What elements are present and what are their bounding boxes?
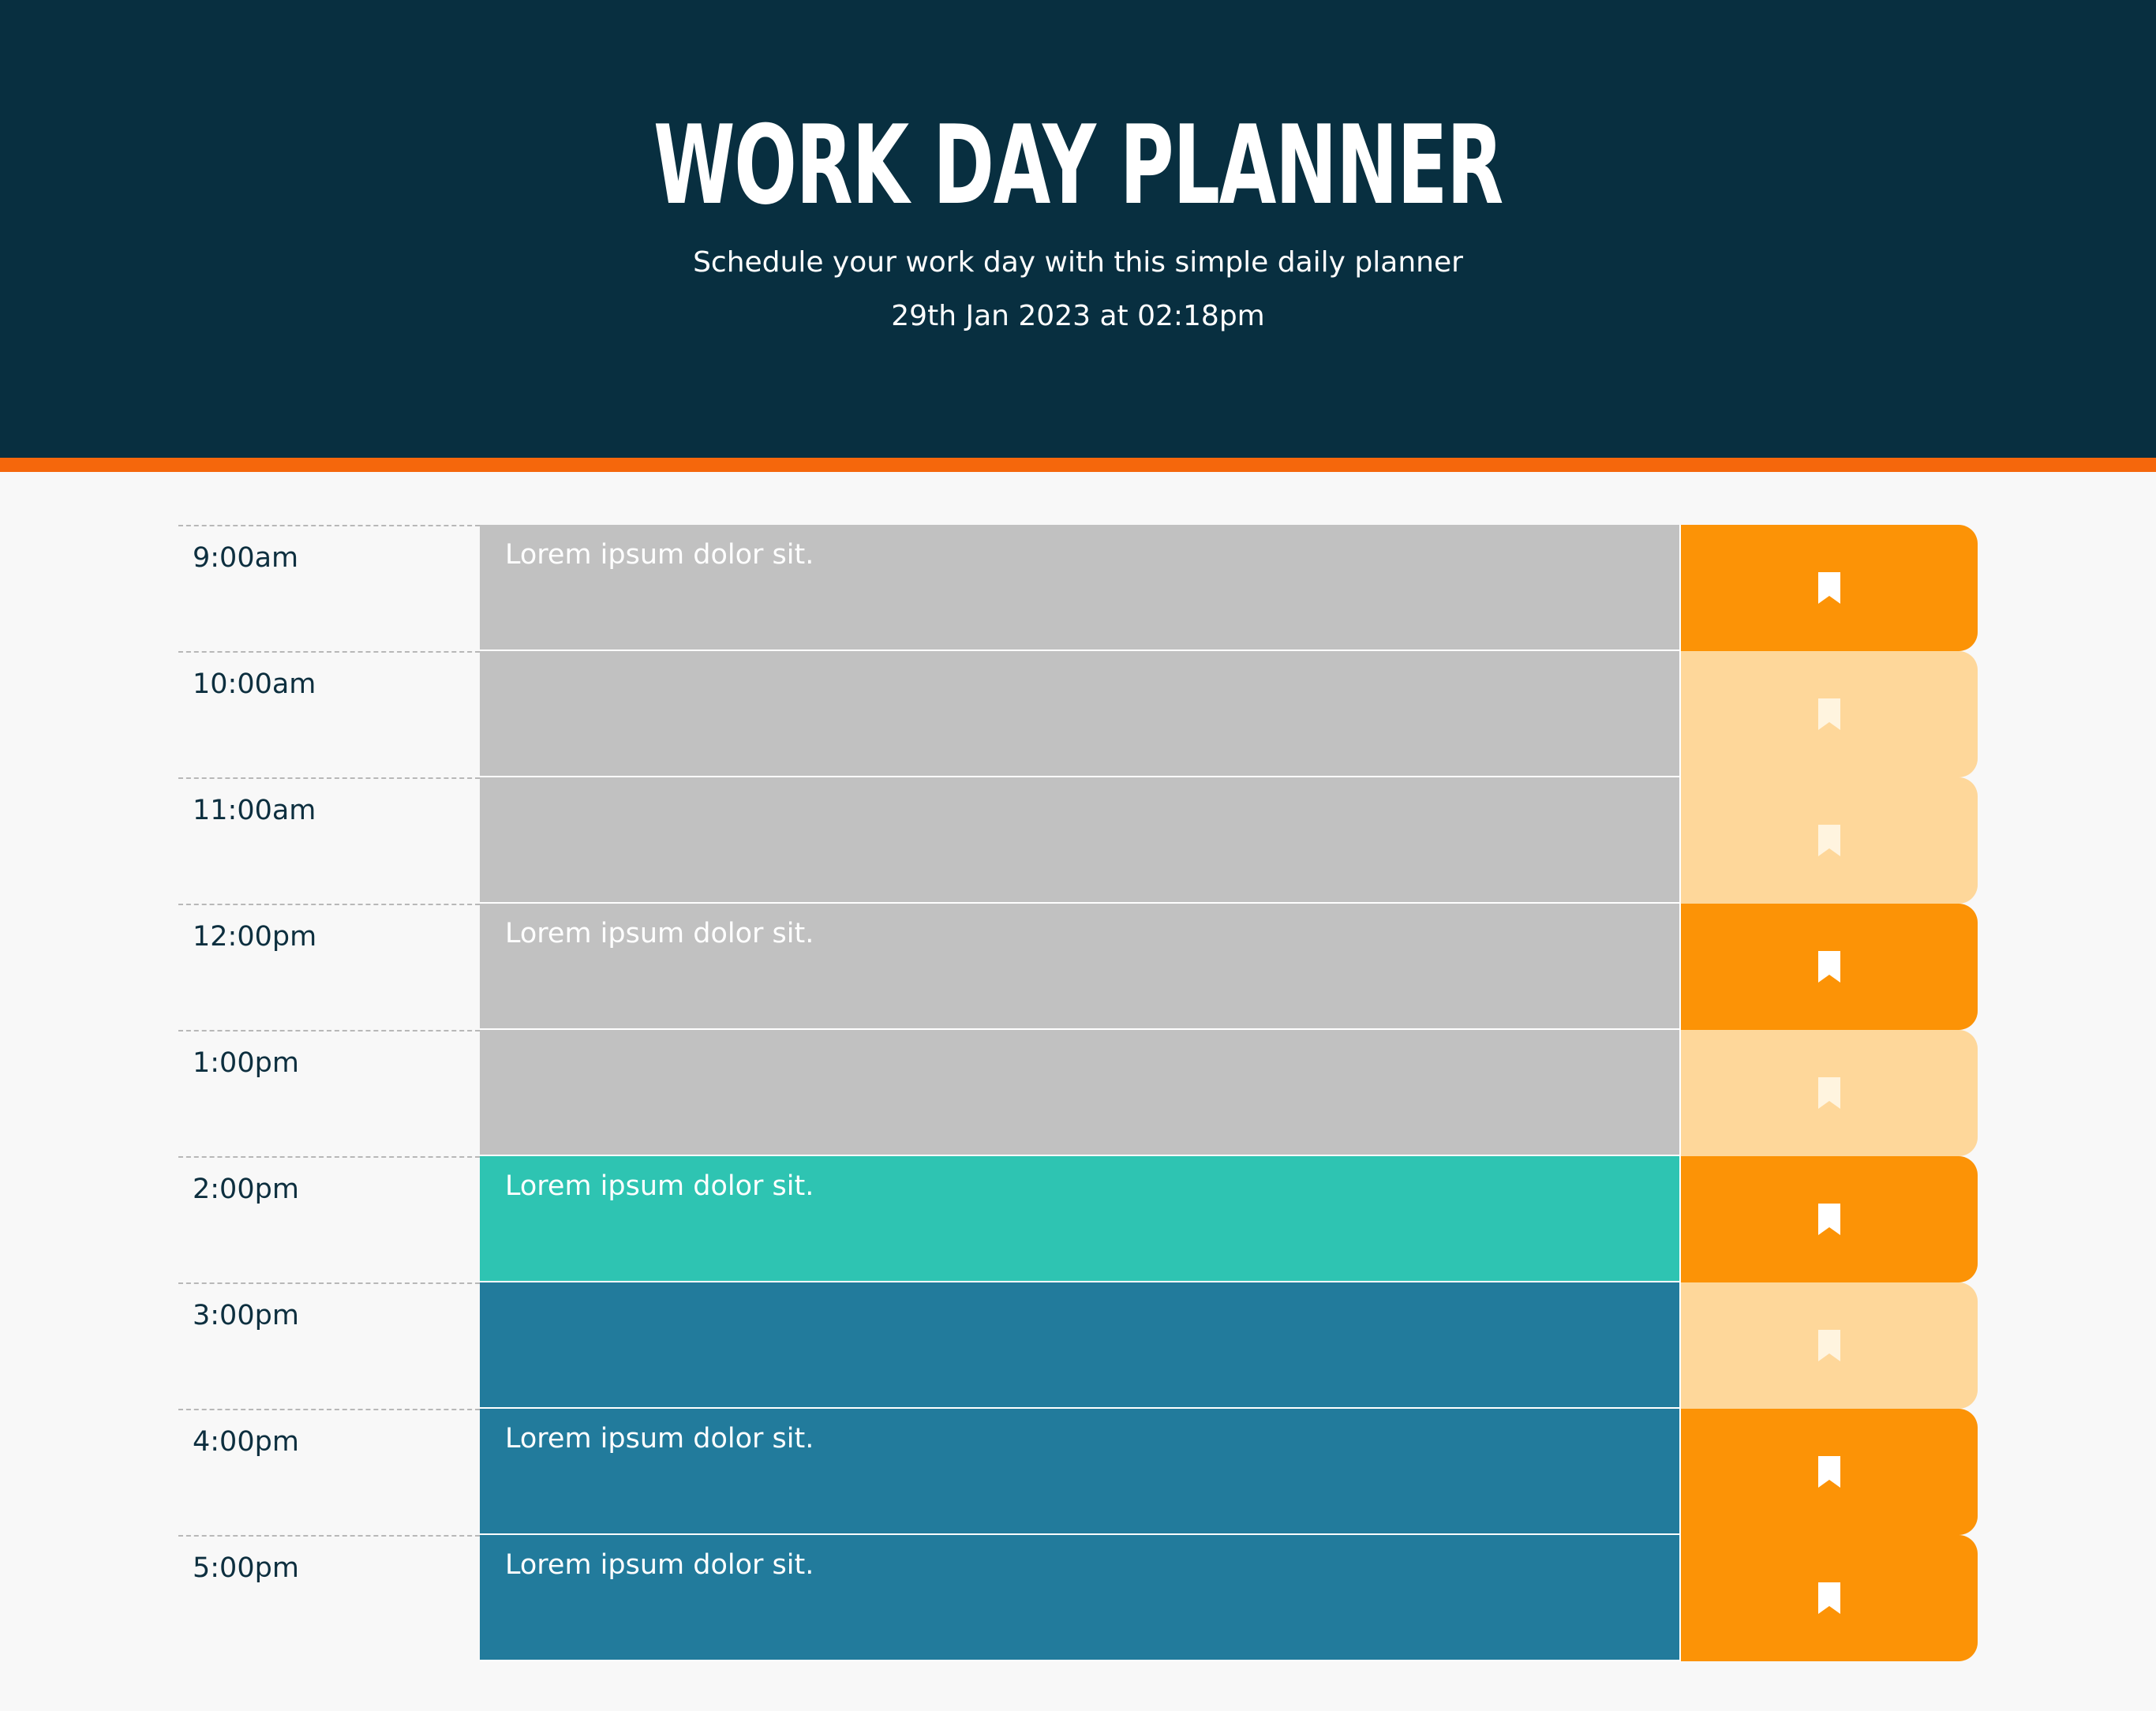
bookmark-icon <box>1818 1330 1840 1361</box>
save-button[interactable] <box>1679 1156 1978 1282</box>
page-title: WORK DAY PLANNER <box>653 102 1503 229</box>
time-block-row: 4:00pm Lorem ipsum dolor sit. <box>178 1409 1978 1535</box>
event-textarea[interactable] <box>480 1282 1679 1409</box>
hour-label: 10:00am <box>178 651 480 777</box>
hour-label: 9:00am <box>178 525 480 651</box>
hour-label: 1:00pm <box>178 1030 480 1156</box>
time-block-row: 10:00am <box>178 651 1978 777</box>
time-block-row: 2:00pm Lorem ipsum dolor sit. <box>178 1156 1978 1282</box>
hour-label: 2:00pm <box>178 1156 480 1282</box>
save-button[interactable] <box>1679 1535 1978 1661</box>
bookmark-icon <box>1818 698 1840 730</box>
hour-label: 4:00pm <box>178 1409 480 1535</box>
event-textarea[interactable]: Lorem ipsum dolor sit. <box>480 1535 1679 1661</box>
event-textarea[interactable] <box>480 1030 1679 1156</box>
bookmark-icon <box>1818 572 1840 604</box>
time-block-row: 11:00am <box>178 777 1978 904</box>
save-button[interactable] <box>1679 777 1978 904</box>
event-textarea[interactable] <box>480 651 1679 777</box>
save-button[interactable] <box>1679 1282 1978 1409</box>
page-header: WORK DAY PLANNER Schedule your work day … <box>0 0 2156 472</box>
time-block-row: 1:00pm <box>178 1030 1978 1156</box>
save-button[interactable] <box>1679 525 1978 651</box>
save-button[interactable] <box>1679 1030 1978 1156</box>
event-textarea[interactable]: Lorem ipsum dolor sit. <box>480 525 1679 651</box>
time-block-row: 5:00pm Lorem ipsum dolor sit. <box>178 1535 1978 1661</box>
time-block-row: 3:00pm <box>178 1282 1978 1409</box>
bookmark-icon <box>1818 825 1840 856</box>
hour-label: 11:00am <box>178 777 480 904</box>
bookmark-icon <box>1818 1204 1840 1235</box>
save-button[interactable] <box>1679 904 1978 1030</box>
current-datetime: 29th Jan 2023 at 02:18pm <box>891 300 1265 332</box>
time-block-row: 9:00am Lorem ipsum dolor sit. <box>178 525 1978 651</box>
hour-label: 5:00pm <box>178 1535 480 1661</box>
event-textarea[interactable] <box>480 777 1679 904</box>
bookmark-icon <box>1818 1077 1840 1109</box>
time-block-row: 12:00pm Lorem ipsum dolor sit. <box>178 904 1978 1030</box>
bookmark-icon <box>1818 951 1840 983</box>
event-textarea[interactable]: Lorem ipsum dolor sit. <box>480 1156 1679 1282</box>
bookmark-icon <box>1818 1456 1840 1488</box>
planner: 9:00am Lorem ipsum dolor sit. 10:00am 11… <box>178 525 1978 1661</box>
event-textarea[interactable]: Lorem ipsum dolor sit. <box>480 904 1679 1030</box>
save-button[interactable] <box>1679 1409 1978 1535</box>
hour-label: 12:00pm <box>178 904 480 1030</box>
page-subtitle: Schedule your work day with this simple … <box>693 246 1463 279</box>
event-textarea[interactable]: Lorem ipsum dolor sit. <box>480 1409 1679 1535</box>
bookmark-icon <box>1818 1582 1840 1614</box>
save-button[interactable] <box>1679 651 1978 777</box>
hour-label: 3:00pm <box>178 1282 480 1409</box>
